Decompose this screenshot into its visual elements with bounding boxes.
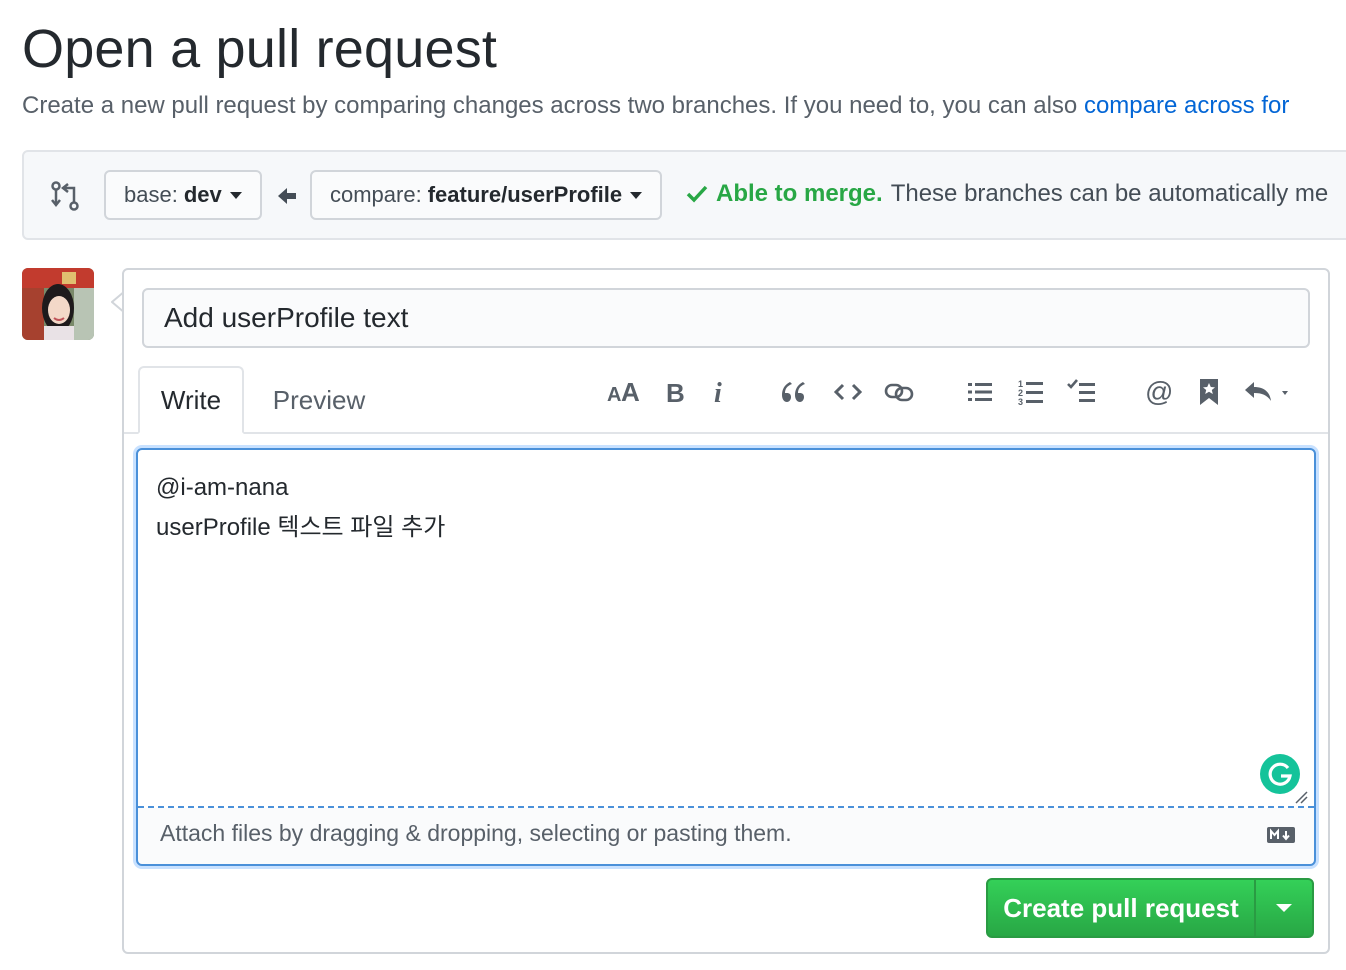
create-pull-request-button[interactable]: Create pull request <box>988 880 1256 936</box>
base-value: dev <box>183 182 222 207</box>
task-list-icon[interactable] <box>1062 372 1102 412</box>
tab-write[interactable]: Write <box>138 366 244 434</box>
merge-status: Able to merge. These branches can be aut… <box>686 180 1328 208</box>
svg-text:A: A <box>607 384 621 405</box>
quote-icon[interactable] <box>774 372 812 412</box>
saved-reply-icon[interactable] <box>1192 372 1226 412</box>
grammarly-icon[interactable] <box>1260 754 1300 794</box>
text-size-icon[interactable]: AA <box>604 372 644 412</box>
pr-body-editor[interactable]: @i-am-nana userProfile 텍스트 파일 추가 Attach … <box>136 448 1316 866</box>
svg-text:A: A <box>621 379 640 405</box>
compare-branch-select[interactable]: compare: feature/userProfile <box>310 170 662 220</box>
italic-icon[interactable]: i <box>706 372 732 412</box>
svg-text:3: 3 <box>1018 397 1023 406</box>
merge-status-label: Able to merge. <box>716 180 883 207</box>
mention-icon[interactable]: @ <box>1140 372 1178 412</box>
page-subtitle: Create a new pull request by comparing c… <box>22 90 1289 122</box>
create-options-dropdown[interactable] <box>1256 880 1312 936</box>
pr-body-textarea[interactable]: @i-am-nana userProfile 텍스트 파일 추가 <box>156 468 445 548</box>
unordered-list-icon[interactable] <box>962 372 998 412</box>
chevron-down-icon <box>1276 904 1292 912</box>
base-branch-select[interactable]: base: dev <box>104 170 262 220</box>
page-title: Open a pull request <box>22 19 498 79</box>
subtitle-text: Create a new pull request by comparing c… <box>22 92 1084 119</box>
file-attach-zone[interactable]: Attach files by dragging & dropping, sel… <box>138 808 1314 864</box>
check-icon <box>686 185 708 203</box>
arrow-left-icon <box>278 188 296 204</box>
merge-status-message: These branches can be automatically me <box>890 180 1329 207</box>
svg-text:@: @ <box>1145 378 1173 406</box>
compare-branches-icon <box>51 181 79 211</box>
attach-files-hint: Attach files by dragging & dropping, sel… <box>160 820 792 846</box>
avatar[interactable] <box>22 268 94 340</box>
markdown-icon[interactable] <box>1266 826 1296 844</box>
avatar-image <box>22 268 94 340</box>
chevron-down-icon <box>229 191 242 199</box>
compare-across-forks-link[interactable]: compare across for <box>1084 92 1289 119</box>
base-label: base: <box>124 182 178 207</box>
ordered-list-icon[interactable]: 123 <box>1012 372 1050 412</box>
reply-icon[interactable] <box>1240 372 1296 412</box>
tab-preview[interactable]: Preview <box>262 366 376 434</box>
resize-handle-icon[interactable] <box>1294 790 1308 804</box>
chevron-down-icon <box>630 191 643 199</box>
branch-range-bar: base: dev compare: feature/userProfile A… <box>22 150 1346 240</box>
pr-title-input[interactable]: Add userProfile text <box>142 288 1310 348</box>
svg-text:i: i <box>714 379 722 405</box>
compare-label: compare: <box>330 182 422 207</box>
svg-text:B: B <box>666 379 685 405</box>
create-pull-request-button-group: Create pull request <box>986 878 1314 938</box>
link-icon[interactable] <box>880 372 918 412</box>
bold-icon[interactable]: B <box>660 372 690 412</box>
compare-value: feature/userProfile <box>427 182 623 207</box>
code-icon[interactable] <box>830 372 866 412</box>
